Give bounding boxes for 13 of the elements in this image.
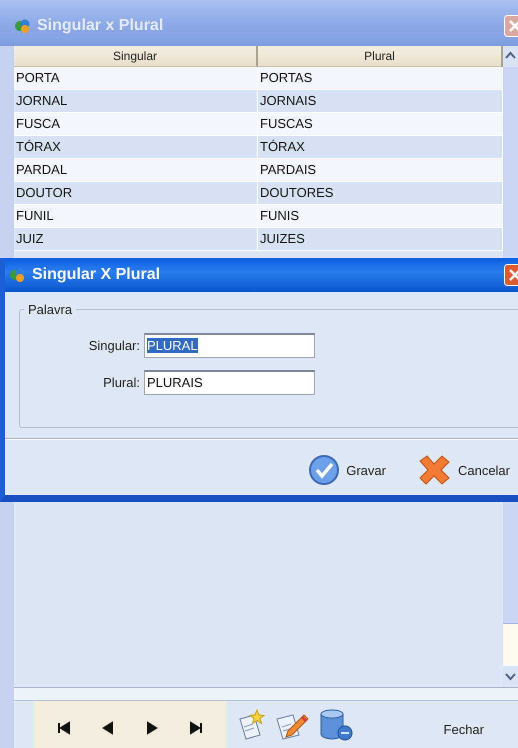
window-title: Singular X Plural xyxy=(32,266,160,284)
table-cell: TÓRAX xyxy=(14,136,258,158)
table-cell: JORNAL xyxy=(14,90,258,112)
table-cell: PORTA xyxy=(14,67,258,89)
table-cell: DOUTOR xyxy=(14,182,258,204)
field-label: Plural: xyxy=(102,375,141,390)
table-cell: JUIZ xyxy=(14,228,258,250)
field-label: Singular: xyxy=(88,338,141,353)
table-cell: FUNIL xyxy=(14,205,258,227)
group-label: Palavra xyxy=(27,302,74,317)
table-cell: FUSCA xyxy=(14,113,258,135)
table-cell: PARDAL xyxy=(14,159,258,181)
window-title: Singular x Plural xyxy=(37,17,164,35)
